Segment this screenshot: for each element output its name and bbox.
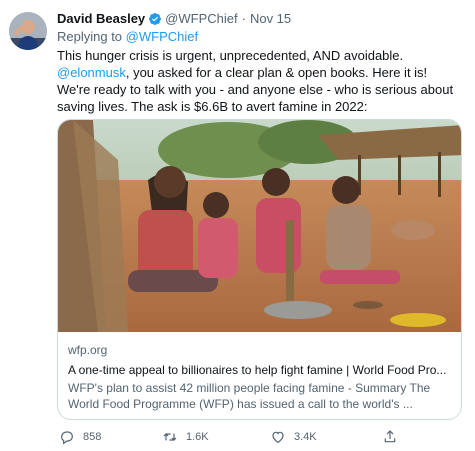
author-avatar[interactable] <box>9 12 47 50</box>
like-icon <box>272 431 284 444</box>
like-button[interactable]: 3.4K <box>270 428 317 446</box>
replying-to-handle[interactable]: @WFPChief <box>126 29 198 44</box>
mention-elonmusk[interactable]: @elonmusk <box>57 65 126 80</box>
card-image <box>58 120 461 332</box>
retweet-count: 1.6K <box>186 431 209 443</box>
tweet-text: This hunger crisis is urgent, unpreceden… <box>57 47 462 115</box>
card-meta: wfp.org A one-time appeal to billionaire… <box>68 342 453 412</box>
tweet-body: David Beasley @WFPChief · Nov 15 Replyin… <box>57 11 465 115</box>
avatar-photo <box>9 12 47 50</box>
card-description: WFP's plan to assist 42 million people f… <box>68 381 431 411</box>
author-name[interactable]: David Beasley <box>57 11 145 27</box>
reply-count: 858 <box>83 431 102 443</box>
share-button[interactable] <box>382 428 406 446</box>
card-title[interactable]: A one-time appeal to billionaires to hel… <box>68 362 453 378</box>
share-icon <box>384 430 396 443</box>
tweet-header: David Beasley @WFPChief · Nov 15 <box>57 11 465 27</box>
tweet-date[interactable]: Nov 15 <box>250 11 291 27</box>
tweet-text-intro: This hunger crisis is urgent, unpreceden… <box>57 48 404 63</box>
reply-icon <box>61 431 73 445</box>
card-domain: wfp.org <box>68 343 108 357</box>
link-card[interactable]: wfp.org A one-time appeal to billionaire… <box>57 119 462 420</box>
verified-badge-icon <box>149 13 162 25</box>
tweet-actions: 858 1.6K 3.4K <box>57 428 462 446</box>
replying-to-label: Replying to <box>57 29 123 44</box>
replying-to: Replying to @WFPChief <box>57 29 465 45</box>
retweet-button[interactable]: 1.6K <box>162 428 209 446</box>
author-handle[interactable]: @WFPChief <box>165 11 237 27</box>
like-count: 3.4K <box>294 431 317 443</box>
reply-button[interactable]: 858 <box>59 428 101 446</box>
separator-dot: · <box>241 11 246 26</box>
retweet-icon <box>163 433 177 441</box>
